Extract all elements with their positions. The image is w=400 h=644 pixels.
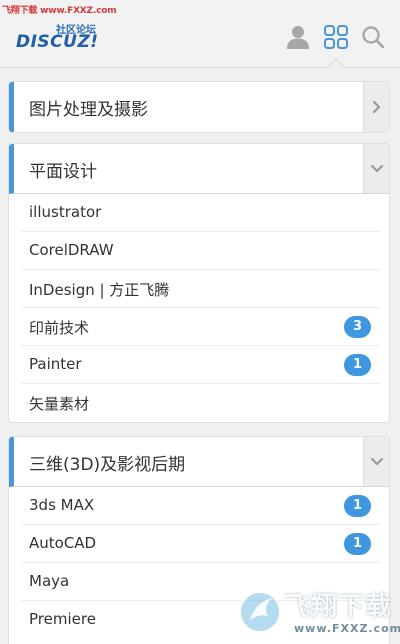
group-title: 三维(3D)及影视后期: [29, 455, 186, 475]
app-header: 飞翔下载 www.FXXZ.com 社区论坛 DISCUZ!: [0, 0, 400, 68]
forum-name: 印前技术: [29, 319, 90, 337]
chevron-down-icon: [370, 164, 383, 172]
forum-row[interactable]: Premiere: [21, 601, 380, 639]
forum-name: AutoCAD: [29, 534, 97, 552]
forum-row[interactable]: illustrator: [21, 194, 380, 232]
group-header[interactable]: 图片处理及摄影: [9, 82, 389, 132]
collapse-toggle[interactable]: [363, 437, 389, 486]
user-icon[interactable]: [285, 24, 311, 50]
expand-toggle[interactable]: [363, 82, 389, 132]
forum-name: InDesign | 方正飞腾: [29, 281, 170, 299]
discuz-logo[interactable]: 社区论坛 DISCUZ!: [16, 14, 128, 54]
new-posts-badge: 3: [344, 316, 371, 338]
chevron-down-icon: [370, 457, 383, 465]
forum-row[interactable]: AutoCAD 1: [21, 525, 380, 563]
new-posts-badge: 1: [344, 495, 371, 517]
group-header[interactable]: 平面设计: [9, 144, 389, 194]
forum-group-graphic-design: 平面设计 illustrator CorelDRAW InDesign | 方正…: [8, 143, 390, 423]
forum-row[interactable]: Painter 1: [21, 346, 380, 384]
group-title: 图片处理及摄影: [29, 100, 148, 120]
forum-row[interactable]: 3ds MAX 1: [21, 487, 380, 525]
new-posts-badge: 1: [344, 354, 371, 376]
forum-row[interactable]: CorelDRAW: [21, 232, 380, 270]
forum-name: 3ds MAX: [29, 496, 95, 514]
forum-name: Premiere: [29, 610, 96, 628]
search-icon[interactable]: [360, 24, 386, 50]
forum-name: Maya: [29, 572, 70, 590]
forum-row[interactable]: InDesign | 方正飞腾: [21, 270, 380, 308]
new-posts-badge: 1: [344, 533, 371, 555]
forum-name: Painter: [29, 355, 82, 373]
group-title: 平面设计: [29, 162, 97, 182]
forum-row[interactable]: Maya: [21, 563, 380, 601]
group-header[interactable]: 三维(3D)及影视后期: [9, 437, 389, 487]
collapse-toggle[interactable]: [363, 144, 389, 193]
forum-name: illustrator: [29, 203, 102, 221]
forum-name: 矢量素材: [29, 395, 90, 413]
forum-row[interactable]: 矢量素材: [21, 384, 380, 422]
grid-icon[interactable]: [323, 24, 349, 50]
logo-title: DISCUZ!: [16, 32, 99, 52]
forum-group-3d-video: 三维(3D)及影视后期 3ds MAX 1 AutoCAD 1 Maya Pre…: [8, 436, 390, 644]
forum-name: CorelDRAW: [29, 241, 114, 259]
forum-group-photo: 图片处理及摄影: [8, 81, 390, 133]
chevron-right-icon: [372, 100, 380, 114]
forum-row[interactable]: 印前技术 3: [21, 308, 380, 346]
